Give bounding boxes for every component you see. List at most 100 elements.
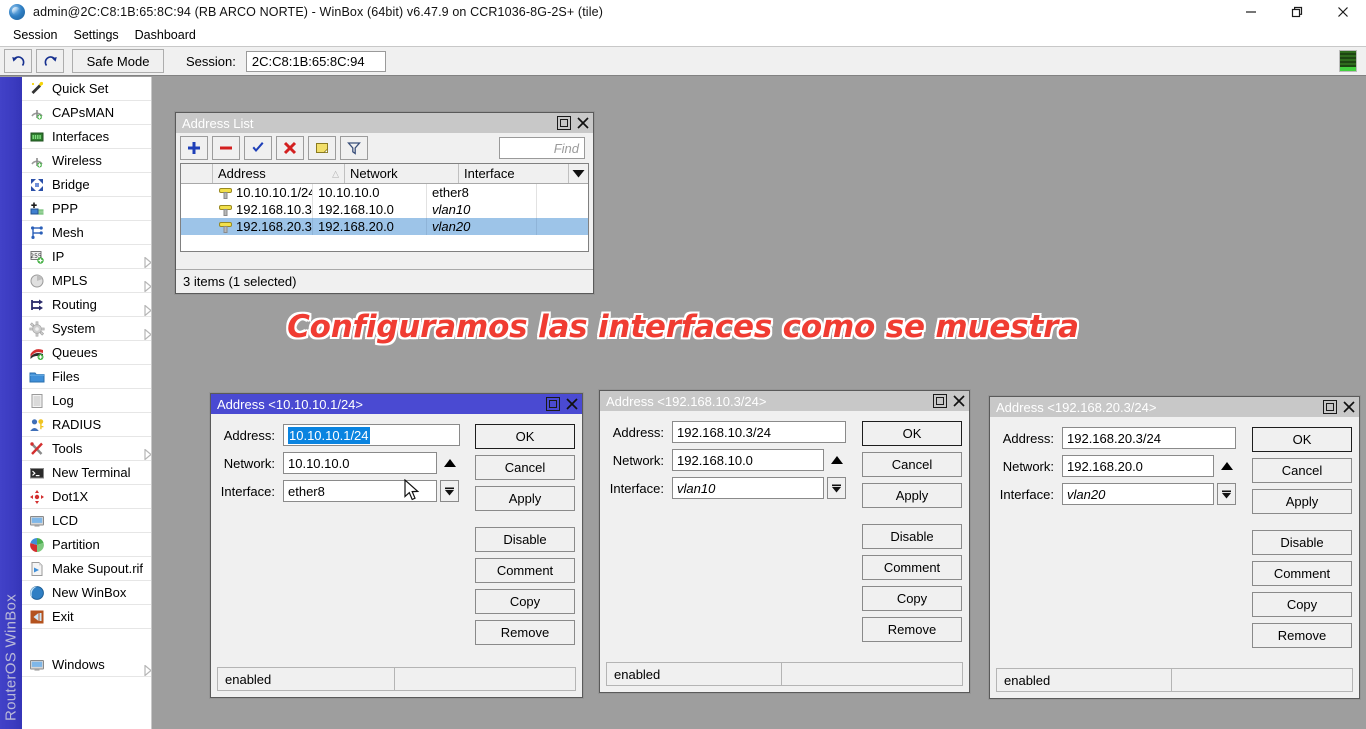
disable-button[interactable]	[276, 136, 304, 160]
dropdown-arrow-icon[interactable]	[440, 480, 459, 502]
interface-field-row: Interface: vlan10	[606, 477, 846, 499]
spin-up-icon[interactable]	[444, 459, 456, 467]
column-interface[interactable]: Interface	[459, 164, 569, 183]
find-input[interactable]: Find	[499, 137, 585, 159]
sidebar-item-radius[interactable]: RADIUS	[22, 413, 151, 437]
filter-button[interactable]	[340, 136, 368, 160]
copy-button[interactable]: Copy	[1252, 592, 1352, 617]
comment-button[interactable]: Comment	[1252, 561, 1352, 586]
apply-button[interactable]: Apply	[862, 483, 962, 508]
sidebar-item-new-terminal[interactable]: New Terminal	[22, 461, 151, 485]
address-dialog-2-titlebar[interactable]: Address <192.168.10.3/24>	[600, 391, 969, 411]
interface-input[interactable]: vlan20	[1062, 483, 1214, 505]
disable-button[interactable]: Disable	[862, 524, 962, 549]
address-input[interactable]: 192.168.10.3/24	[672, 421, 846, 443]
comment-button[interactable]	[308, 136, 336, 160]
spin-up-icon[interactable]	[831, 456, 843, 464]
close-icon[interactable]	[1340, 399, 1357, 415]
menu-settings[interactable]: Settings	[65, 26, 126, 44]
network-input[interactable]: 192.168.10.0	[672, 449, 824, 471]
address-dialog-3-titlebar[interactable]: Address <192.168.20.3/24>	[990, 397, 1359, 417]
sidebar-item-dot1x[interactable]: Dot1X	[22, 485, 151, 509]
close-icon[interactable]	[574, 115, 591, 131]
table-row[interactable]: 192.168.10.3/24 192.168.10.0 vlan10	[181, 201, 588, 218]
sidebar-item-ppp[interactable]: PPP	[22, 197, 151, 221]
restore-icon[interactable]	[933, 394, 947, 408]
add-button[interactable]	[180, 136, 208, 160]
safe-mode-button[interactable]: Safe Mode	[72, 49, 164, 73]
remove-button[interactable]: Remove	[862, 617, 962, 642]
restore-icon[interactable]	[557, 116, 571, 130]
apply-button[interactable]: Apply	[475, 486, 575, 511]
close-icon[interactable]	[563, 396, 580, 412]
network-input[interactable]: 10.10.10.0	[283, 452, 437, 474]
sidebar-item-files[interactable]: Files	[22, 365, 151, 389]
menu-session[interactable]: Session	[5, 26, 65, 44]
remove-button[interactable]: Remove	[1252, 623, 1352, 648]
sidebar-item-mpls[interactable]: MPLS	[22, 269, 151, 293]
sidebar-item-interfaces[interactable]: Interfaces	[22, 125, 151, 149]
restore-icon[interactable]	[546, 397, 560, 411]
address-dialog-2-title: Address <192.168.10.3/24>	[606, 394, 766, 409]
minimize-icon[interactable]	[1228, 0, 1274, 24]
cancel-button[interactable]: Cancel	[862, 452, 962, 477]
remove-button[interactable]: Remove	[475, 620, 575, 645]
comment-button[interactable]: Comment	[475, 558, 575, 583]
restore-icon[interactable]	[1274, 0, 1320, 24]
sidebar-item-new-winbox[interactable]: New WinBox	[22, 581, 151, 605]
sidebar-label: CAPsMAN	[52, 105, 114, 120]
table-row[interactable]: 192.168.20.3/24 192.168.20.0 vlan20	[181, 218, 588, 235]
sidebar-item-quick-set[interactable]: Quick Set	[22, 77, 151, 101]
sidebar-item-wireless[interactable]: Wireless	[22, 149, 151, 173]
sidebar-item-ip[interactable]: 255 IP	[22, 245, 151, 269]
disable-button[interactable]: Disable	[475, 527, 575, 552]
dropdown-arrow-icon[interactable]	[1217, 483, 1236, 505]
apply-button[interactable]: Apply	[1252, 489, 1352, 514]
sidebar-label: PPP	[52, 201, 78, 216]
disable-button[interactable]: Disable	[1252, 530, 1352, 555]
cancel-button[interactable]: Cancel	[1252, 458, 1352, 483]
interface-input[interactable]: vlan10	[672, 477, 824, 499]
restore-icon[interactable]	[1323, 400, 1337, 414]
sidebar-item-mesh[interactable]: Mesh	[22, 221, 151, 245]
sidebar-item-bridge[interactable]: Bridge	[22, 173, 151, 197]
sidebar-item-windows[interactable]: Windows	[22, 653, 151, 677]
dropdown-arrow-icon[interactable]	[827, 477, 846, 499]
redo-icon[interactable]	[36, 49, 64, 73]
comment-button[interactable]: Comment	[862, 555, 962, 580]
sidebar-item-partition[interactable]: Partition	[22, 533, 151, 557]
close-icon[interactable]	[950, 393, 967, 409]
address-dialog-1-titlebar[interactable]: Address <10.10.10.1/24>	[211, 394, 582, 414]
column-menu-button[interactable]	[569, 164, 588, 183]
address-input[interactable]: 192.168.20.3/24	[1062, 427, 1236, 449]
sidebar-item-make-supout[interactable]: Make Supout.rif	[22, 557, 151, 581]
menu-dashboard[interactable]: Dashboard	[127, 26, 204, 44]
close-icon[interactable]	[1320, 0, 1366, 24]
network-input[interactable]: 192.168.20.0	[1062, 455, 1214, 477]
table-row[interactable]: 10.10.10.1/24 10.10.10.0 ether8	[181, 184, 588, 201]
ok-button[interactable]: OK	[1252, 427, 1352, 452]
sidebar-item-tools[interactable]: Tools	[22, 437, 151, 461]
cancel-button[interactable]: Cancel	[475, 455, 575, 480]
undo-icon[interactable]	[4, 49, 32, 73]
sort-ascending-icon: △	[332, 168, 339, 179]
interface-input[interactable]: ether8	[283, 480, 437, 502]
spin-up-icon[interactable]	[1221, 462, 1233, 470]
ok-button[interactable]: OK	[862, 421, 962, 446]
address-list-titlebar[interactable]: Address List	[176, 113, 593, 133]
enable-button[interactable]	[244, 136, 272, 160]
sidebar-item-capsman[interactable]: CAPsMAN	[22, 101, 151, 125]
column-address[interactable]: Address △	[213, 164, 345, 183]
copy-button[interactable]: Copy	[862, 586, 962, 611]
column-network[interactable]: Network	[345, 164, 459, 183]
sidebar-item-lcd[interactable]: LCD	[22, 509, 151, 533]
status-text: enabled	[217, 667, 395, 691]
address-input[interactable]: 10.10.10.1/24	[283, 424, 460, 446]
session-value[interactable]: 2C:C8:1B:65:8C:94	[246, 51, 386, 72]
sidebar-item-log[interactable]: Log	[22, 389, 151, 413]
sidebar-item-exit[interactable]: Exit	[22, 605, 151, 629]
ok-button[interactable]: OK	[475, 424, 575, 449]
copy-button[interactable]: Copy	[475, 589, 575, 614]
remove-button[interactable]	[212, 136, 240, 160]
queues-icon	[28, 344, 45, 361]
